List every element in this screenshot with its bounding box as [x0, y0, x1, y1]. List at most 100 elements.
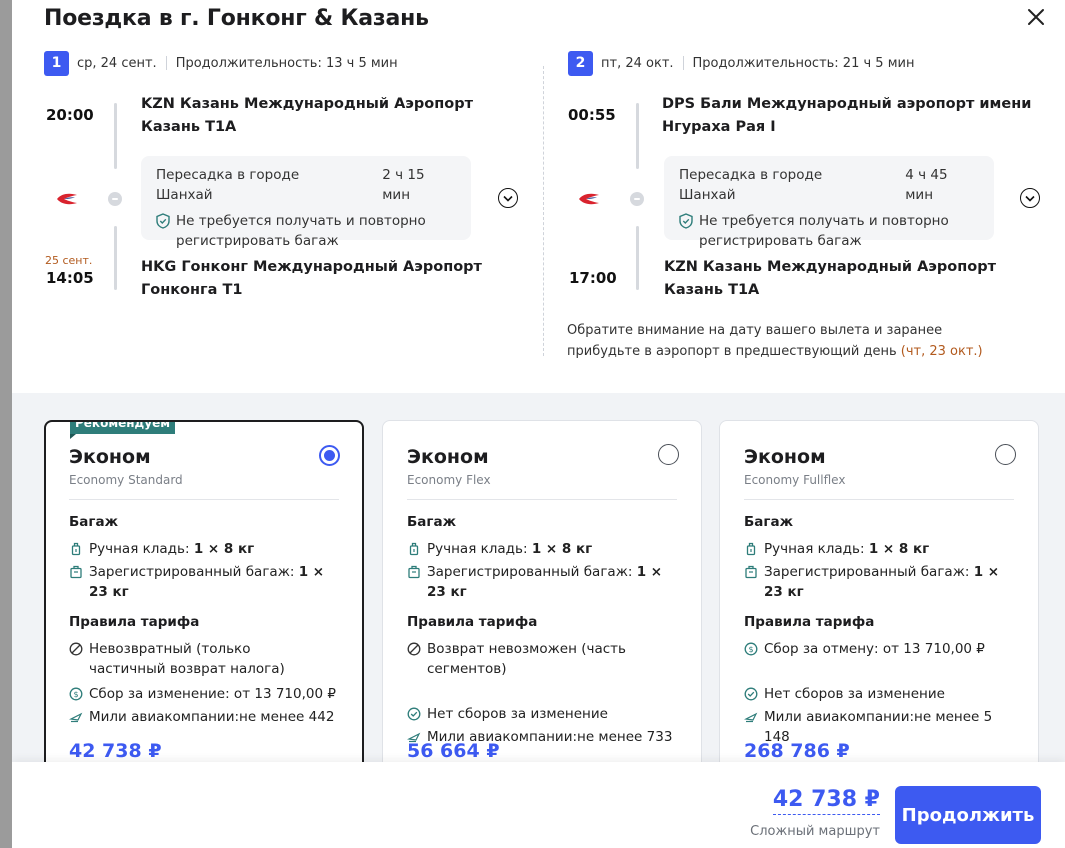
header-separator	[682, 56, 684, 70]
fee-icon: $	[69, 687, 83, 701]
checked-baggage-label: Зарегистрированный багаж:	[89, 564, 295, 580]
continue-button[interactable]: Продолжить	[895, 786, 1041, 844]
hand-luggage-label: Ручная кладь:	[427, 541, 528, 557]
hand-luggage-icon	[746, 542, 756, 556]
rules-title: Правила тарифа	[407, 614, 538, 630]
hand-luggage-value: 1 × 8 кг	[868, 541, 930, 557]
segment-date: пт, 24 окт.	[601, 55, 674, 71]
modal-footer: 42 738 ₽ Сложный маршрут Продолжить	[12, 762, 1065, 848]
layover-info-box: Пересадка в городе Шанхай 2 ч 15 мин Не …	[141, 156, 471, 249]
chevron-down-icon[interactable]	[1020, 188, 1040, 208]
hand-luggage-row: Ручная кладь: 1 × 8 кг	[744, 539, 1014, 559]
card-divider	[69, 499, 339, 500]
header-separator	[165, 56, 167, 70]
rules-title: Правила тарифа	[744, 614, 875, 630]
fare-subtitle: Economy Fullflex	[744, 473, 846, 487]
fare-subtitle: Economy Flex	[407, 473, 491, 487]
hand-luggage-row: Ручная кладь: 1 × 8 кг	[69, 539, 339, 559]
arrival-date: 25 сент.	[45, 254, 93, 267]
refund-rule-row: Невозвратный (только частичный возврат н…	[69, 639, 339, 679]
hand-luggage-value: 1 × 8 кг	[531, 541, 593, 557]
fare-card-economy-flex[interactable]: Эконом Economy Flex Багаж Ручная кладь: …	[382, 420, 702, 780]
fare-radio[interactable]	[995, 444, 1016, 465]
baggage-note: Не требуется получать и повторно регистр…	[699, 213, 949, 249]
checked-baggage-row: Зарегистрированный багаж: 1 × 23 кг	[69, 562, 339, 602]
trip-details-modal: Поездка в г. Гонконг & Казань 1 ср, 24 с…	[12, 0, 1065, 848]
layover-city: Пересадка в городе Шанхай	[156, 167, 300, 203]
refund-rule: Сбор за отмену: от 13 710,00 ₽	[764, 641, 985, 657]
route-line-bottom	[114, 226, 117, 290]
page-root: Поездка в г. Гонконг & Казань 1 ср, 24 с…	[0, 0, 1065, 848]
fare-subtitle: Economy Standard	[69, 473, 183, 487]
arrival-airport-name: HKG Гонконг Международный Аэропорт	[141, 259, 482, 275]
route-line-top	[114, 103, 117, 169]
checked-baggage-row: Зарегистрированный багаж: 1 × 23 кг	[744, 562, 1014, 602]
arrival-time: 14:05	[46, 269, 94, 287]
departure-airport-name: DPS Бали Международный аэропорт имени	[662, 96, 1032, 112]
check-circle-icon	[407, 707, 421, 721]
change-rule-row: Нет сборов за изменение	[744, 684, 1014, 704]
fee-icon: $	[744, 642, 758, 656]
no-refund-icon	[69, 642, 83, 656]
china-eastern-logo-icon	[57, 193, 77, 205]
hand-luggage-icon	[409, 542, 419, 556]
baggage-title: Багаж	[744, 514, 793, 530]
checked-baggage-icon	[408, 565, 420, 579]
arrival-airport-name: KZN Казань Международный Аэропорт	[664, 259, 996, 275]
fare-card-economy-standard[interactable]: Рекомендуем Эконом Economy Standard Бага…	[44, 420, 364, 780]
fare-radio-selected[interactable]	[319, 445, 340, 466]
card-divider	[407, 499, 677, 500]
fare-radio[interactable]	[658, 444, 679, 465]
miles-icon	[69, 712, 83, 723]
refund-rule: Невозвратный (только частичный возврат н…	[89, 641, 285, 677]
layover-dot-icon	[108, 192, 122, 206]
layover-dot-icon	[630, 192, 644, 206]
checked-baggage-label: Зарегистрированный багаж:	[764, 564, 970, 580]
route-line-top	[636, 103, 639, 169]
background-strip	[0, 0, 12, 848]
layover-duration: 4 ч 45 мин	[905, 167, 948, 203]
arrival-airport: KZN Казань Международный Аэропорт Казань…	[664, 256, 996, 302]
notice-text: Обратите внимание на дату вашего вылета …	[567, 323, 943, 359]
miles-icon	[744, 712, 758, 723]
layover-info-box: Пересадка в городе Шанхай 4 ч 45 мин Не …	[664, 156, 994, 249]
fare-price[interactable]: 268 786 ₽	[744, 739, 850, 764]
fare-card-economy-fullflex[interactable]: Эконом Economy Fullflex Багаж Ручная кла…	[719, 420, 1039, 780]
change-rule: Нет сборов за изменение	[764, 686, 945, 702]
total-price[interactable]: 42 738 ₽	[772, 786, 880, 815]
fare-price[interactable]: 56 664 ₽	[407, 739, 500, 764]
segment-duration: Продолжительность: 13 ч 5 мин	[175, 55, 398, 71]
change-rule-row: $ Сбор за изменение: от 13 710,00 ₽	[69, 684, 339, 704]
layover-duration: 2 ч 15 мин	[382, 167, 425, 203]
change-rule-row: Нет сборов за изменение	[407, 704, 677, 724]
refund-rule-row: $ Сбор за отмену: от 13 710,00 ₽	[744, 639, 1014, 659]
shield-check-icon	[679, 213, 693, 229]
refund-rule-row: Возврат невозможен (часть сегментов)	[407, 639, 677, 679]
recommended-badge: Рекомендуем	[70, 422, 176, 439]
baggage-note: Не требуется получать и повторно регистр…	[176, 213, 426, 249]
segment-number-badge: 1	[44, 50, 69, 76]
background-page-overlay	[0, 0, 12, 848]
fare-price[interactable]: 42 738 ₽	[69, 739, 162, 764]
checked-baggage-icon	[745, 565, 757, 579]
modal-title: Поездка в г. Гонконг & Казань	[44, 6, 429, 31]
arrival-airport: HKG Гонконг Международный Аэропорт Гонко…	[141, 256, 482, 302]
card-divider	[744, 499, 1014, 500]
shield-check-icon	[156, 213, 170, 229]
departure-date-notice: Обратите внимание на дату вашего вылета …	[567, 320, 1007, 362]
checked-baggage-icon	[70, 565, 82, 579]
fare-name: Эконом	[69, 446, 151, 468]
baggage-title: Багаж	[69, 514, 118, 530]
hand-luggage-label: Ручная кладь:	[764, 541, 865, 557]
hand-luggage-row: Ручная кладь: 1 × 8 кг	[407, 539, 677, 559]
departure-time: 00:55	[568, 106, 616, 124]
check-circle-icon	[744, 687, 758, 701]
departure-airport-name: KZN Казань Международный Аэропорт	[141, 96, 473, 112]
close-icon[interactable]	[1025, 6, 1047, 28]
hand-luggage-value: 1 × 8 кг	[193, 541, 255, 557]
notice-date: (чт, 23 окт.)	[900, 344, 983, 359]
change-rule: Нет сборов за изменение	[427, 706, 608, 722]
chevron-down-icon[interactable]	[498, 188, 518, 208]
arrival-airport-terminal: Гонконга T1	[141, 282, 243, 298]
segment-duration: Продолжительность: 21 ч 5 мин	[692, 55, 915, 71]
